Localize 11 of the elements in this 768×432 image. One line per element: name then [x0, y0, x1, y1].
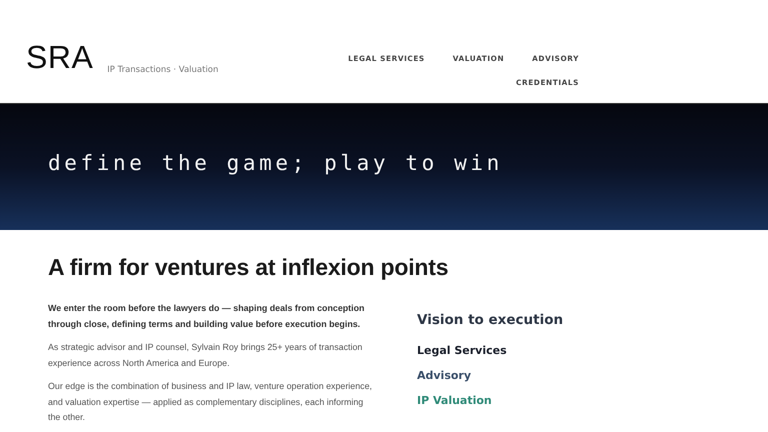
logo[interactable]: SRA	[26, 40, 94, 74]
hero-title: define the game; play to win	[48, 151, 503, 175]
paragraph: Our edge is the combination of business and IP law, venture operation experience, and valuation expertise — applied as complementary disciplines, each informing the other.	[48, 380, 373, 424]
paragraph: As strategic advisor and IP counsel, Sylvain Roy brings 25+ years of transaction experience across North America and Europe.	[48, 341, 364, 370]
tagline: IP Transactions · Valuation	[107, 65, 218, 75]
section-heading: A firm for ventures at inflexion points	[48, 254, 450, 281]
service-link[interactable]: Legal Services	[417, 342, 507, 359]
aside-heading: Vision to execution	[417, 312, 564, 328]
service-link[interactable]: Advisory	[417, 367, 472, 384]
service-link[interactable]: IP Valuation	[417, 392, 492, 409]
paragraph: We enter the room before the lawyers do — shaping deals from conception through close, defining terms and building value before execution begins.	[48, 302, 366, 331]
